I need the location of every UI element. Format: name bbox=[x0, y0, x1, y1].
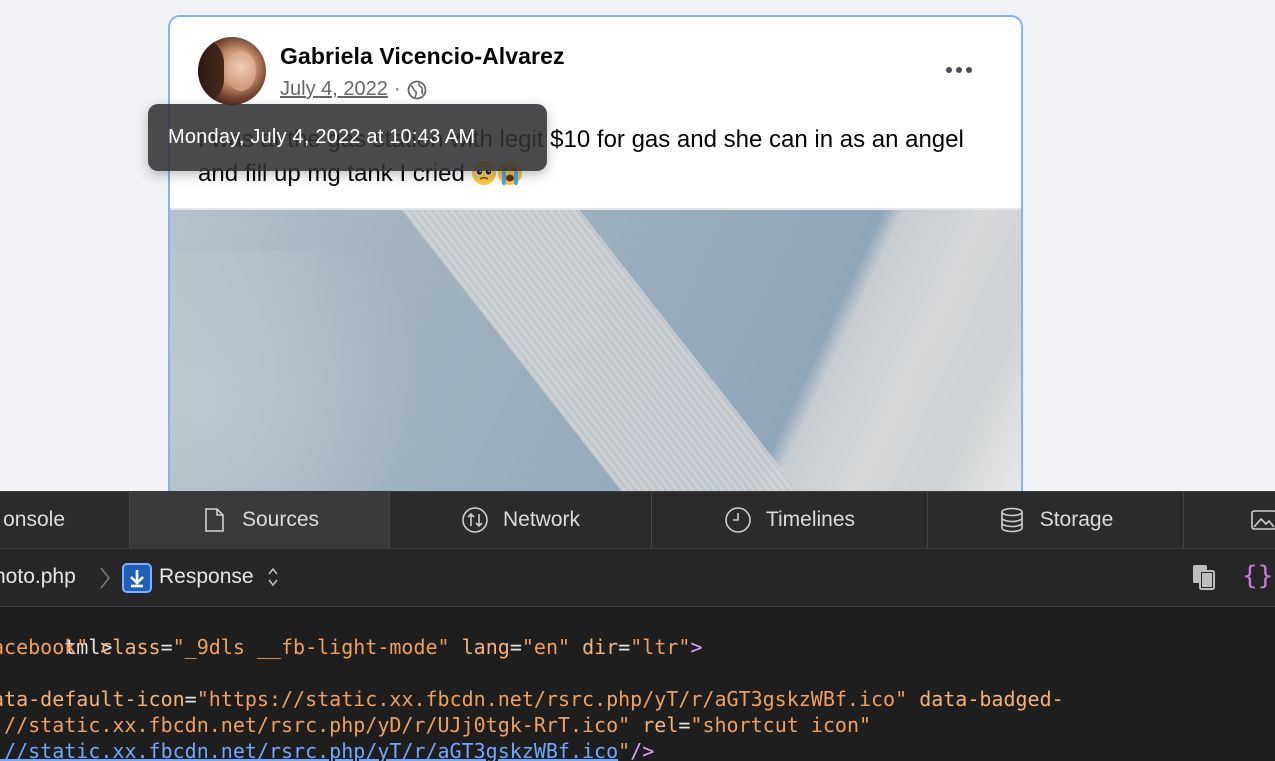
tab-graphics[interactable] bbox=[1184, 492, 1275, 548]
source-code-view[interactable]: tml> acebook" class="_9dls __fb-light-mo… bbox=[0, 608, 1275, 761]
inspector-tab-bar: onsole Sources Network Timelines Storage bbox=[0, 492, 1275, 549]
web-inspector: onsole Sources Network Timelines Storage… bbox=[0, 491, 1275, 761]
copy-icon[interactable] bbox=[1190, 562, 1218, 592]
more-options-button[interactable] bbox=[939, 57, 979, 83]
image-icon bbox=[1251, 510, 1275, 530]
more-dot-icon bbox=[956, 67, 962, 73]
response-mode-select[interactable]: Response bbox=[159, 565, 254, 589]
author-name[interactable]: Gabriela Vicencio-Alvarez bbox=[280, 43, 565, 70]
post-card: Gabriela Vicencio-Alvarez July 4, 2022 ·… bbox=[168, 15, 1023, 505]
code-line-4: ata-default-icon="https://static.xx.fbcd… bbox=[0, 686, 1064, 712]
tab-network-label: Network bbox=[502, 508, 581, 531]
globe-icon[interactable] bbox=[407, 80, 427, 100]
network-icon bbox=[462, 507, 488, 533]
post-meta: July 4, 2022 · bbox=[280, 78, 427, 101]
code-token: > bbox=[690, 635, 703, 659]
code-token: "shortcut icon" bbox=[690, 713, 872, 737]
tab-sources[interactable]: Sources bbox=[130, 492, 390, 548]
tab-timelines-label: Timelines bbox=[765, 508, 856, 531]
code-token: dir bbox=[582, 635, 619, 659]
tab-timelines[interactable]: Timelines bbox=[652, 492, 928, 548]
tab-console-label: onsole bbox=[3, 508, 65, 531]
code-token: /> bbox=[630, 739, 655, 761]
code-line-2: acebook" class="_9dls __fb-light-mode" l… bbox=[0, 634, 703, 660]
tooltip-text: Monday, July 4, 2022 at 10:43 AM bbox=[168, 126, 476, 148]
more-dot-icon bbox=[946, 67, 952, 73]
avatar-hair bbox=[198, 37, 224, 105]
code-token: lang bbox=[461, 635, 510, 659]
code-line-5: ://static.xx.fbcdn.net/rsrc.php/yD/r/UJj… bbox=[0, 712, 871, 738]
clock-icon bbox=[725, 507, 751, 533]
tab-network[interactable]: Network bbox=[390, 492, 652, 548]
code-token: class bbox=[100, 635, 161, 659]
pretty-print-braces-icon[interactable]: {} bbox=[1242, 561, 1273, 591]
code-token: acebook" bbox=[0, 635, 89, 659]
code-line-6: ://static.xx.fbcdn.net/rsrc.php/yT/r/aGT… bbox=[0, 738, 654, 761]
code-token: "ltr" bbox=[630, 635, 691, 659]
download-icon bbox=[122, 563, 152, 593]
document-icon bbox=[205, 508, 224, 532]
meta-separator: · bbox=[393, 78, 401, 100]
tab-console[interactable]: onsole bbox=[0, 492, 130, 548]
code-token: ata-default-icon bbox=[0, 687, 185, 711]
chevron-right-icon bbox=[100, 567, 111, 589]
avatar[interactable] bbox=[198, 37, 266, 105]
code-token: "_9dls __fb-light-mode" bbox=[172, 635, 450, 659]
code-link[interactable]: https://static.xx.fbcdn.net/rsrc.php/yT/… bbox=[209, 687, 895, 711]
post-date-link[interactable]: July 4, 2022 bbox=[280, 78, 388, 101]
database-icon bbox=[1000, 507, 1023, 533]
chevron-updown-icon[interactable] bbox=[266, 563, 280, 591]
breadcrumb-file[interactable]: hoto.php bbox=[0, 565, 76, 589]
code-line-1: tml> bbox=[0, 608, 112, 659]
photo-shading bbox=[170, 250, 510, 503]
code-token: "en" bbox=[521, 635, 571, 659]
tab-sources-label: Sources bbox=[241, 508, 320, 531]
more-dot-icon bbox=[966, 67, 972, 73]
code-token: data-badged- bbox=[919, 687, 1064, 711]
sources-nav-bar: hoto.php Response {} bbox=[0, 549, 1275, 607]
code-link[interactable]: ://static.xx.fbcdn.net/rsrc.php/yD/r/UJj… bbox=[0, 713, 618, 737]
code-link[interactable]: ://static.xx.fbcdn.net/rsrc.php/yT/r/aGT… bbox=[0, 739, 618, 761]
post-photo[interactable] bbox=[170, 210, 1021, 503]
tab-storage[interactable]: Storage bbox=[928, 492, 1184, 548]
avatar-face bbox=[226, 51, 256, 91]
tab-storage-label: Storage bbox=[1039, 508, 1114, 531]
date-tooltip: Monday, July 4, 2022 at 10:43 AM bbox=[148, 104, 547, 171]
code-token: rel bbox=[642, 713, 679, 737]
post-header: Gabriela Vicencio-Alvarez July 4, 2022 · bbox=[170, 17, 1021, 117]
